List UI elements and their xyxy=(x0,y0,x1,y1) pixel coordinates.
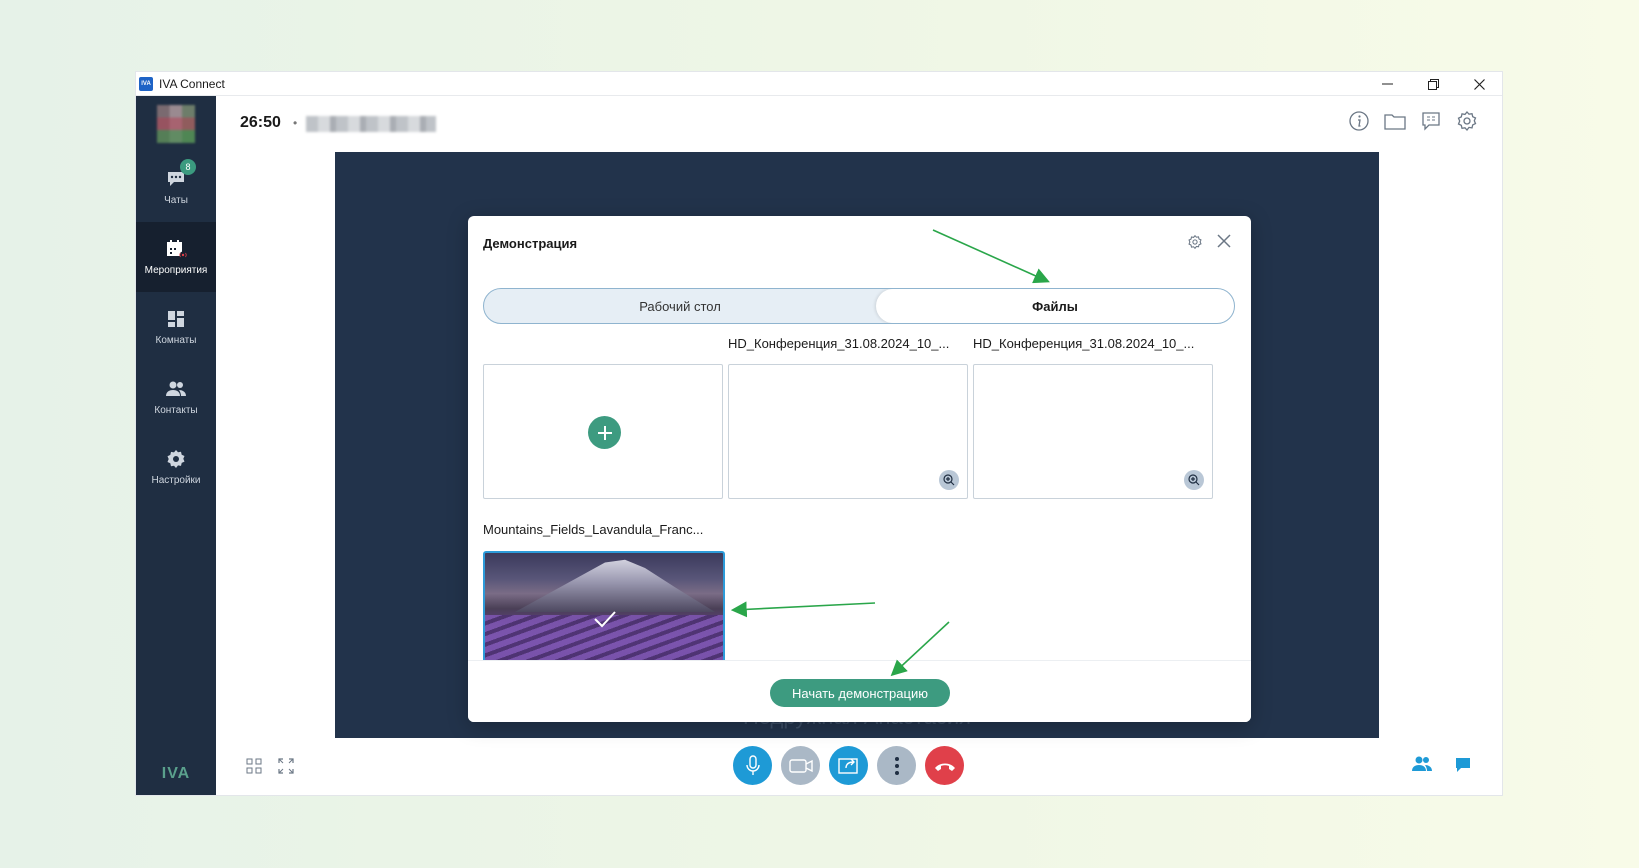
sidebar-item-events[interactable]: Мероприятия xyxy=(136,222,216,292)
microphone-icon xyxy=(745,754,760,775)
grid-icon xyxy=(246,758,262,774)
close-icon xyxy=(1217,234,1231,248)
restore-button[interactable] xyxy=(1410,72,1456,96)
screen-share-icon xyxy=(837,757,858,774)
modal-title: Демонстрация xyxy=(483,236,578,251)
sidebar-item-label: Чаты xyxy=(164,195,188,206)
mountain-thumbnail xyxy=(515,559,715,612)
minimize-icon xyxy=(1381,83,1393,85)
tab-files[interactable]: Файлы xyxy=(876,289,1234,323)
poll-chat-icon xyxy=(1422,112,1440,131)
sidebar-item-chats[interactable]: 8 Чаты xyxy=(136,152,216,222)
chat-icon: 8 xyxy=(165,159,196,190)
file-name: HD_Конференция_31.08.2024_10_... xyxy=(728,336,950,351)
info-button[interactable] xyxy=(1348,110,1370,132)
gear-icon xyxy=(1188,235,1202,249)
more-vertical-icon xyxy=(894,756,899,775)
close-icon xyxy=(1473,78,1485,90)
file-name: HD_Конференция_31.08.2024_10_... xyxy=(973,336,1195,351)
iva-logo: IVA xyxy=(161,765,191,782)
calendar-icon xyxy=(165,238,187,260)
modal-close-button[interactable] xyxy=(1215,232,1233,250)
folder-icon xyxy=(1384,114,1406,130)
screen-share-button[interactable] xyxy=(829,746,868,785)
add-file-icon[interactable] xyxy=(588,416,621,449)
call-settings-button[interactable] xyxy=(1456,110,1478,132)
polls-button[interactable] xyxy=(1420,110,1442,132)
layout-grid-button[interactable] xyxy=(246,758,262,779)
restore-icon xyxy=(1427,78,1439,90)
top-bar: 26:50 • xyxy=(216,96,1502,150)
file-tile[interactable] xyxy=(973,364,1213,499)
file-name: Mountains_Fields_Lavandula_Franc... xyxy=(483,522,704,537)
end-call-button[interactable] xyxy=(925,746,964,785)
zoom-in-icon[interactable] xyxy=(939,470,959,490)
avatar[interactable] xyxy=(157,105,195,143)
start-demonstration-button[interactable]: Начать демонстрацию xyxy=(770,679,950,707)
sidebar-item-label: Мероприятия xyxy=(144,265,208,276)
settings-icon xyxy=(165,448,187,470)
separator-dot: • xyxy=(293,116,298,130)
modal-settings-button[interactable] xyxy=(1187,234,1203,250)
add-file-tile[interactable] xyxy=(483,364,723,499)
tab-desktop[interactable]: Рабочий стол xyxy=(484,289,876,323)
rooms-icon xyxy=(165,308,187,330)
fullscreen-icon xyxy=(278,758,294,774)
close-window-button[interactable] xyxy=(1456,72,1502,96)
selected-image-tile[interactable] xyxy=(483,551,725,671)
files-button[interactable] xyxy=(1384,110,1406,132)
minimize-button[interactable] xyxy=(1364,72,1410,96)
gear-icon xyxy=(1457,111,1477,131)
more-options-button[interactable] xyxy=(877,746,916,785)
title-bar: IVA IVA Connect xyxy=(136,72,1502,96)
sidebar-item-contacts[interactable]: Контакты xyxy=(136,362,216,432)
sidebar-item-label: Комнаты xyxy=(155,335,197,346)
sidebar: 8 Чаты Мероприятия Комнаты Контакты Наст… xyxy=(136,96,216,795)
info-icon xyxy=(1349,111,1369,131)
bottom-bar xyxy=(216,738,1502,795)
app-title: IVA Connect xyxy=(159,76,225,91)
microphone-button[interactable] xyxy=(733,746,772,785)
fullscreen-button[interactable] xyxy=(278,758,294,779)
unread-badge: 8 xyxy=(180,159,196,175)
contacts-icon xyxy=(165,378,187,400)
modal-footer: Начать демонстрацию xyxy=(468,660,1251,722)
file-tile[interactable] xyxy=(728,364,968,499)
hang-up-icon xyxy=(934,763,955,771)
sidebar-item-rooms[interactable]: Комнаты xyxy=(136,292,216,362)
chat-bubble-icon xyxy=(1456,758,1470,772)
demonstration-modal: Демонстрация Рабочий стол Файлы HD_Конфе… xyxy=(468,216,1251,722)
zoom-in-icon[interactable] xyxy=(1184,470,1204,490)
camera-button[interactable] xyxy=(781,746,820,785)
sidebar-item-settings[interactable]: Настройки xyxy=(136,432,216,502)
chat-panel-button[interactable] xyxy=(1454,756,1472,779)
source-switcher: Рабочий стол Файлы xyxy=(483,288,1235,324)
call-timer: 26:50 xyxy=(240,114,281,131)
sidebar-item-label: Контакты xyxy=(154,405,198,416)
sidebar-item-label: Настройки xyxy=(151,475,201,486)
checkmark-icon xyxy=(594,611,616,628)
participants-button[interactable] xyxy=(1412,756,1432,779)
app-logo-icon: IVA xyxy=(139,76,153,91)
participants-icon xyxy=(1412,756,1432,771)
blurred-conference-name xyxy=(306,116,436,132)
camera-icon xyxy=(788,758,813,773)
